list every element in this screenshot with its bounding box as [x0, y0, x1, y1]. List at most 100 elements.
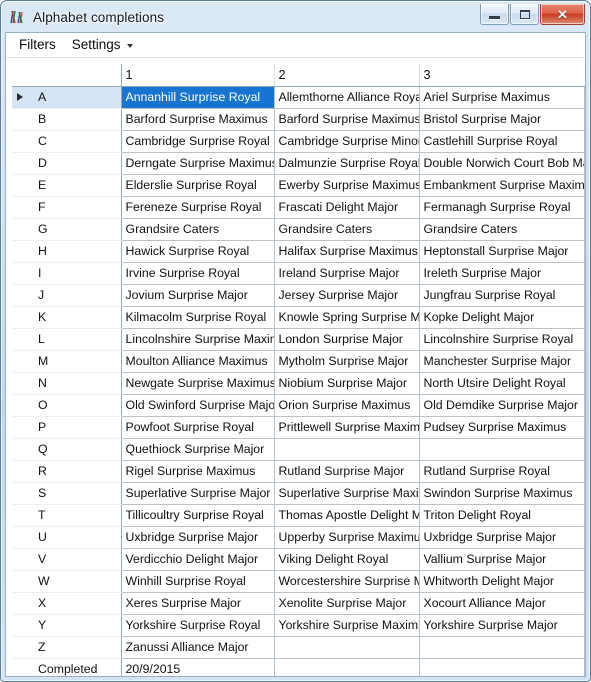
- row-header-s[interactable]: S: [12, 482, 122, 505]
- row-header-r[interactable]: R: [12, 460, 122, 483]
- cell-d-1[interactable]: Derngate Surprise Maximus: [121, 152, 275, 175]
- cell-l-3[interactable]: Lincolnshire Surprise Royal: [419, 328, 585, 351]
- cell-l-2[interactable]: London Surprise Major: [274, 328, 420, 351]
- cell-r-3[interactable]: Rutland Surprise Royal: [419, 460, 585, 483]
- cell-u-2[interactable]: Upperby Surprise Maximus: [274, 526, 420, 549]
- row-header-g[interactable]: G: [12, 218, 122, 241]
- row-header-b[interactable]: B: [12, 108, 122, 131]
- cell-p-3[interactable]: Pudsey Surprise Maximus: [419, 416, 585, 439]
- cell-w-1[interactable]: Winhill Surprise Royal: [121, 570, 275, 593]
- cell-v-3[interactable]: Vallium Surprise Major: [419, 548, 585, 571]
- close-button[interactable]: ✕: [540, 4, 585, 25]
- row-header-y[interactable]: Y: [12, 614, 122, 637]
- cell-x-3[interactable]: Xocourt Alliance Major: [419, 592, 585, 615]
- cell-q-3[interactable]: [419, 438, 585, 461]
- row-header-c[interactable]: C: [12, 130, 122, 153]
- cell-e-2[interactable]: Ewerby Surprise Maximus: [274, 174, 420, 197]
- cell-u-1[interactable]: Uxbridge Surprise Major: [121, 526, 275, 549]
- cell-y-2[interactable]: Yorkshire Surprise Maximus: [274, 614, 420, 637]
- cell-w-3[interactable]: Whitworth Delight Major: [419, 570, 585, 593]
- cell-f-1[interactable]: Fereneze Surprise Royal: [121, 196, 275, 219]
- cell-o-2[interactable]: Orion Surprise Maximus: [274, 394, 420, 417]
- table-row[interactable]: Y Yorkshire Surprise Royal Yorkshire Surpr…: [12, 614, 585, 637]
- cell-w-2[interactable]: Worcestershire Surprise Major: [274, 570, 420, 593]
- cell-m-1[interactable]: Moulton Alliance Maximus: [121, 350, 275, 373]
- table-row[interactable]: F Fereneze Surprise Royal Frascati Delight…: [12, 196, 585, 219]
- column-header-3[interactable]: 3: [419, 64, 584, 87]
- minimize-button[interactable]: [480, 4, 509, 25]
- cell-k-2[interactable]: Knowle Spring Surprise Major: [274, 306, 420, 329]
- cell-g-1[interactable]: Grandsire Caters: [121, 218, 275, 241]
- cell-b-1[interactable]: Barford Surprise Maximus: [121, 108, 275, 131]
- cell-k-3[interactable]: Kopke Delight Major: [419, 306, 585, 329]
- column-header-2[interactable]: 2: [274, 64, 420, 87]
- table-row[interactable]: I Irvine Surprise Royal Ireland Surprise M…: [12, 262, 585, 285]
- table-row[interactable]: Completed 20/9/2015: [12, 658, 585, 676]
- cell-completed-2[interactable]: [274, 658, 420, 676]
- row-header-d[interactable]: D: [12, 152, 122, 175]
- table-row[interactable]: K Kilmacolm Surprise Royal Knowle Spring S…: [12, 306, 585, 329]
- menu-item-filters[interactable]: Filters: [15, 35, 63, 55]
- row-header-m[interactable]: M: [12, 350, 122, 373]
- row-header-n[interactable]: N: [12, 372, 122, 395]
- table-row[interactable]: W Winhill Surprise Royal Worcestershire Su…: [12, 570, 585, 593]
- cell-v-1[interactable]: Verdicchio Delight Major: [121, 548, 275, 571]
- table-row[interactable]: P Powfoot Surprise Royal Prittlewell Surpr…: [12, 416, 585, 439]
- table-row[interactable]: D Derngate Surprise Maximus Dalmunzie Surp…: [12, 152, 585, 175]
- cell-z-1[interactable]: Zanussi Alliance Major: [121, 636, 275, 659]
- row-header-completed[interactable]: Completed: [12, 658, 122, 676]
- row-header-j[interactable]: J: [12, 284, 122, 307]
- table-row[interactable]: C Cambridge Surprise Royal Cambridge Surpr…: [12, 130, 585, 153]
- table-row[interactable]: S Superlative Surprise Major Superlative S…: [12, 482, 585, 505]
- table-row[interactable]: Z Zanussi Alliance Major: [12, 636, 585, 659]
- table-row[interactable]: T Tillicoultry Surprise Royal Thomas Apost…: [12, 504, 585, 527]
- row-header-t[interactable]: T: [12, 504, 122, 527]
- cell-j-1[interactable]: Jovium Surprise Major: [121, 284, 275, 307]
- column-header-1[interactable]: 1: [121, 64, 275, 87]
- table-row[interactable]: N Newgate Surprise Maximus Niobium Surpris…: [12, 372, 585, 395]
- table-row[interactable]: M Moulton Alliance Maximus Mytholm Surpris…: [12, 350, 585, 373]
- column-header-corner[interactable]: [12, 64, 122, 87]
- cell-a-1[interactable]: Annanhill Surprise Royal: [121, 86, 275, 109]
- table-row[interactable]: G Grandsire Caters Grandsire Caters Grandsi…: [12, 218, 585, 241]
- cell-m-3[interactable]: Manchester Surprise Major: [419, 350, 585, 373]
- cell-x-1[interactable]: Xeres Surprise Major: [121, 592, 275, 615]
- table-row[interactable]: J Jovium Surprise Major Jersey Surprise Ma…: [12, 284, 585, 307]
- cell-p-2[interactable]: Prittlewell Surprise Maximus: [274, 416, 420, 439]
- table-row[interactable]: B Barford Surprise Maximus Barford Surpris…: [12, 108, 585, 131]
- table-row[interactable]: R Rigel Surprise Maximus Rutland Surprise …: [12, 460, 585, 483]
- cell-f-2[interactable]: Frascati Delight Major: [274, 196, 420, 219]
- cell-o-3[interactable]: Old Demdike Surprise Major: [419, 394, 585, 417]
- row-header-v[interactable]: V: [12, 548, 122, 571]
- cell-completed-3[interactable]: [419, 658, 585, 676]
- row-header-e[interactable]: E: [12, 174, 122, 197]
- cell-e-1[interactable]: Elderslie Surprise Royal: [121, 174, 275, 197]
- cell-z-2[interactable]: [274, 636, 420, 659]
- cell-h-2[interactable]: Halifax Surprise Maximus: [274, 240, 420, 263]
- table-row[interactable]: E Elderslie Surprise Royal Ewerby Surprise…: [12, 174, 585, 197]
- table-row[interactable]: L Lincolnshire Surprise MaximusLondon Sur…: [12, 328, 585, 351]
- row-header-o[interactable]: O: [12, 394, 122, 417]
- cell-t-2[interactable]: Thomas Apostle Delight Major: [274, 504, 420, 527]
- cell-p-1[interactable]: Powfoot Surprise Royal: [121, 416, 275, 439]
- cell-m-2[interactable]: Mytholm Surprise Major: [274, 350, 420, 373]
- cell-b-2[interactable]: Barford Surprise Maximus: [274, 108, 420, 131]
- table-row[interactable]: U Uxbridge Surprise Major Upperby Surprise…: [12, 526, 585, 549]
- cell-z-3[interactable]: [419, 636, 585, 659]
- table-row[interactable]: X Xeres Surprise Major Xenolite Surprise M…: [12, 592, 585, 615]
- cell-c-1[interactable]: Cambridge Surprise Royal: [121, 130, 275, 153]
- cell-y-1[interactable]: Yorkshire Surprise Royal: [121, 614, 275, 637]
- cell-i-1[interactable]: Irvine Surprise Royal: [121, 262, 275, 285]
- cell-o-1[interactable]: Old Swinford Surprise Major: [121, 394, 275, 417]
- cell-j-3[interactable]: Jungfrau Surprise Royal: [419, 284, 585, 307]
- cell-u-3[interactable]: Uxbridge Surprise Major: [419, 526, 585, 549]
- row-header-f[interactable]: F: [12, 196, 122, 219]
- row-header-a[interactable]: A: [12, 86, 122, 109]
- row-header-i[interactable]: I: [12, 262, 122, 285]
- row-header-z[interactable]: Z: [12, 636, 122, 659]
- maximize-button[interactable]: [510, 4, 539, 25]
- row-header-w[interactable]: W: [12, 570, 122, 593]
- row-header-x[interactable]: X: [12, 592, 122, 615]
- cell-i-3[interactable]: Ireleth Surprise Major: [419, 262, 585, 285]
- cell-e-3[interactable]: Embankment Surprise Maximus: [419, 174, 585, 197]
